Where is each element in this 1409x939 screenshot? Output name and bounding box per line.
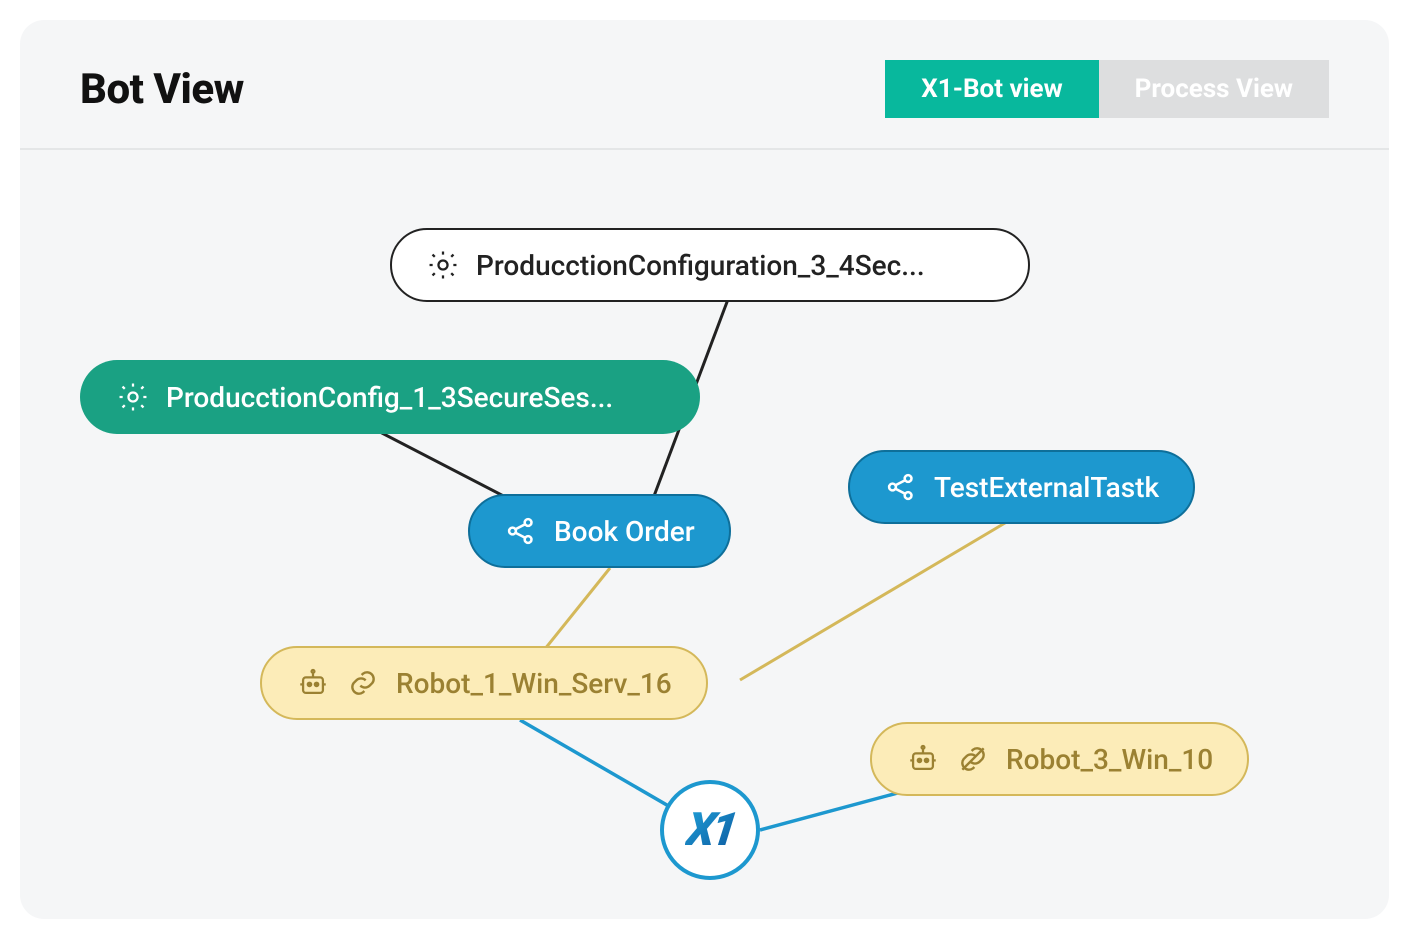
panel-header: Bot View X1-Bot view Process View xyxy=(20,20,1389,150)
hub-x1[interactable]: X1 xyxy=(660,780,760,880)
node-task-book-order[interactable]: Book Order xyxy=(468,494,731,568)
node-task-test-external[interactable]: TestExternalTastk xyxy=(848,450,1195,524)
tab-process-view[interactable]: Process View xyxy=(1099,60,1329,118)
node-label: TestExternalTastk xyxy=(934,471,1159,504)
tab-x1-bot-view[interactable]: X1-Bot view xyxy=(885,60,1098,118)
node-label: ProducctionConfig_1_3SecureSes... xyxy=(166,381,613,414)
node-label: Robot_1_Win_Serv_16 xyxy=(396,667,672,700)
node-config-production-3-4[interactable]: ProducctionConfiguration_3_4Sec... xyxy=(390,228,1030,302)
unlink-icon xyxy=(956,742,990,776)
node-label: ProducctionConfiguration_3_4Sec... xyxy=(476,249,925,282)
gear-icon xyxy=(426,248,460,282)
robot-icon xyxy=(296,666,330,700)
graph-canvas[interactable]: ProducctionConfiguration_3_4Sec... Produ… xyxy=(20,150,1389,889)
share-icon xyxy=(504,514,538,548)
link-icon xyxy=(346,666,380,700)
node-config-production-1-3[interactable]: ProducctionConfig_1_3SecureSes... xyxy=(80,360,700,434)
share-icon xyxy=(884,470,918,504)
view-tabs: X1-Bot view Process View xyxy=(885,60,1329,118)
page-title: Bot View xyxy=(80,65,244,114)
gear-icon xyxy=(116,380,150,414)
node-robot-1-win-serv-16[interactable]: Robot_1_Win_Serv_16 xyxy=(260,646,708,720)
node-label: Book Order xyxy=(554,515,695,548)
x1-logo: X1 xyxy=(683,803,737,857)
node-robot-3-win-10[interactable]: Robot_3_Win_10 xyxy=(870,722,1249,796)
robot-icon xyxy=(906,742,940,776)
bot-view-panel: Bot View X1-Bot view Process View xyxy=(20,20,1389,919)
node-label: Robot_3_Win_10 xyxy=(1006,743,1213,776)
